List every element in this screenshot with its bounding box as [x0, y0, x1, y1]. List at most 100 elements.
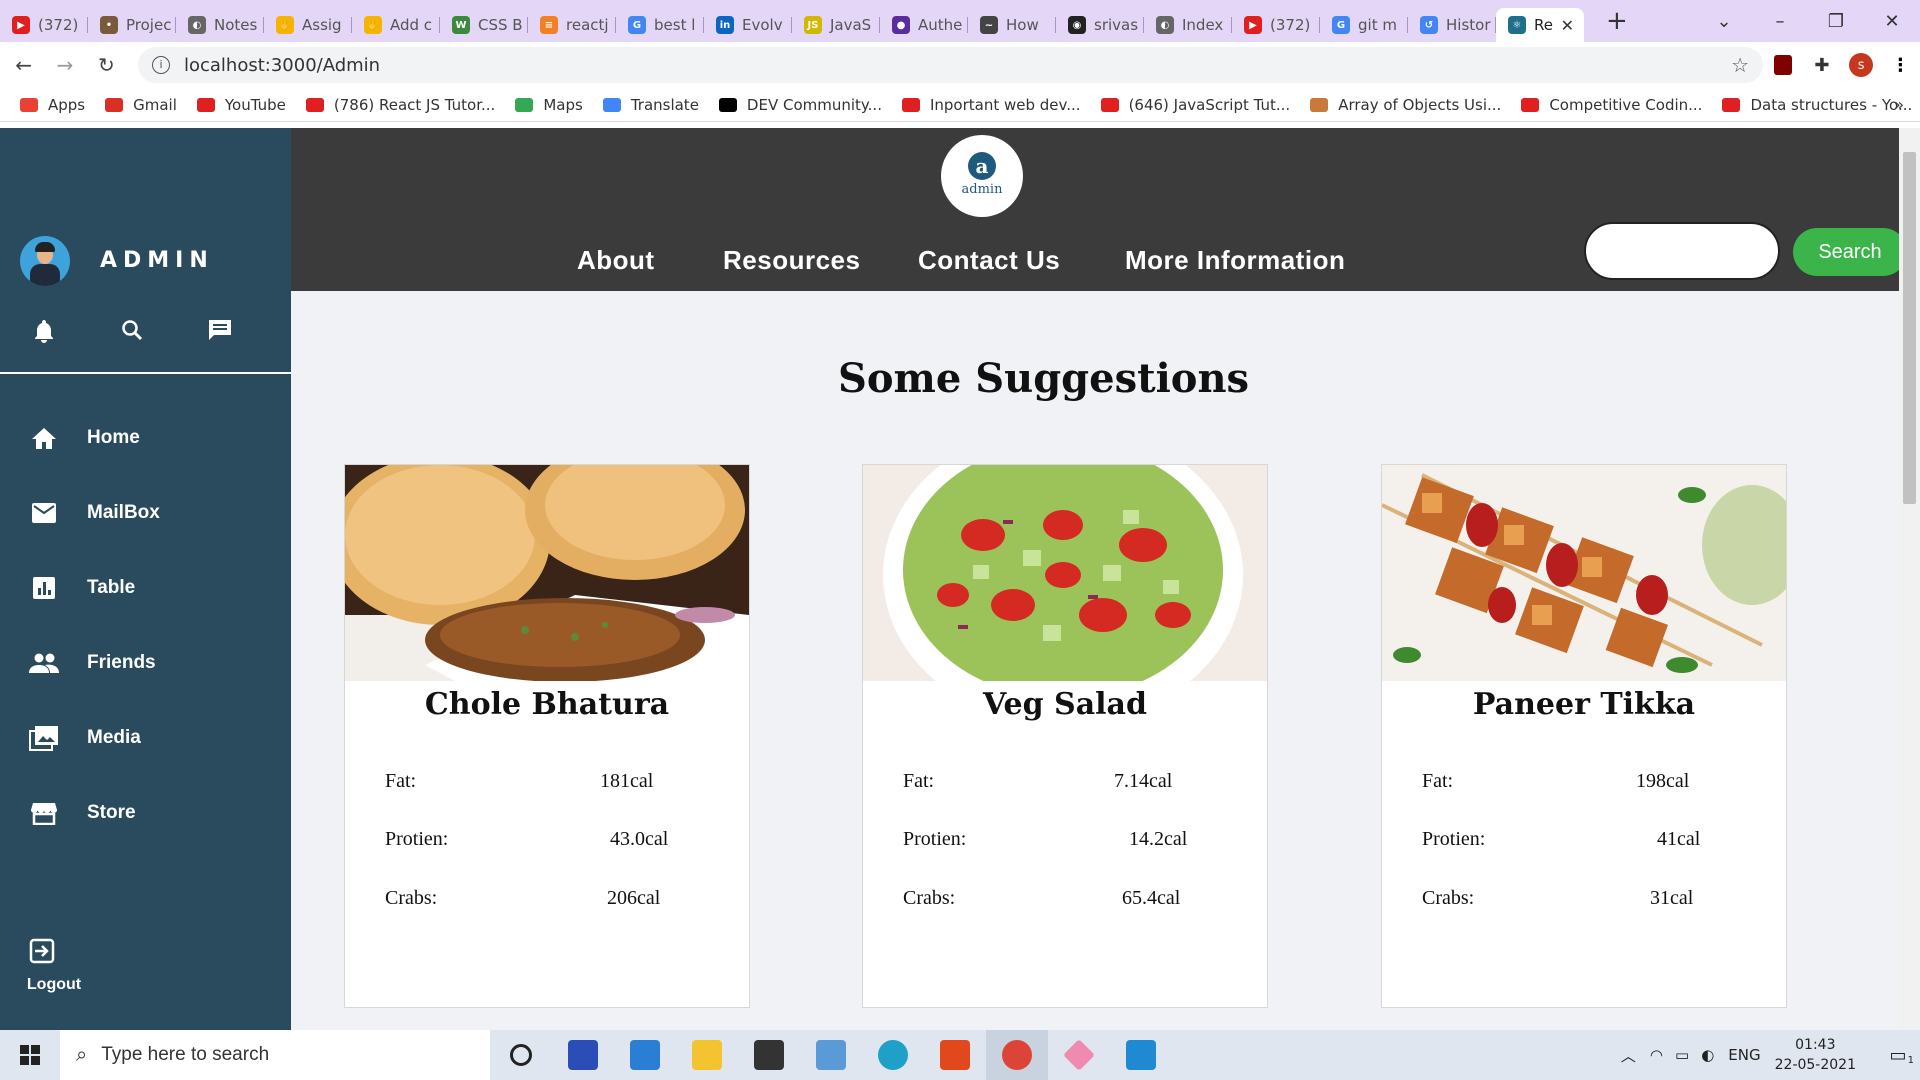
address-bar[interactable]: i localhost:3000/Admin ☆	[137, 47, 1764, 83]
profile-avatar[interactable]: s	[1842, 53, 1881, 77]
browser-tab[interactable]: ◐ Notes	[176, 8, 264, 42]
browser-tab[interactable]: ~ How	[968, 8, 1056, 42]
file-explorer-icon[interactable]	[676, 1030, 738, 1080]
notification-center-button[interactable]: ▭ 1	[1876, 1045, 1920, 1066]
browser-menu-icon[interactable]: ⋮	[1881, 55, 1920, 76]
sidebar-item-media[interactable]: Media	[0, 708, 291, 768]
sidebar-item-table[interactable]: Table	[0, 558, 291, 618]
tab-favicon-icon: ⚛	[1508, 16, 1526, 34]
close-window-button[interactable]: ✕	[1864, 11, 1920, 32]
device-app-icon[interactable]	[800, 1030, 862, 1080]
clock-date: 22-05-2021	[1774, 1057, 1856, 1073]
browser-tab[interactable]: • Projec	[88, 8, 176, 42]
nutrient-label: Protien:	[903, 828, 967, 850]
clock[interactable]: 01:43 22-05-2021	[1775, 1035, 1856, 1075]
url-text: localhost:3000/Admin	[183, 54, 381, 76]
extensions-puzzle-icon[interactable]: ✚	[1802, 55, 1841, 76]
bookmark-label: Competitive Codin...	[1549, 95, 1703, 114]
maximize-button[interactable]: ❐	[1808, 11, 1864, 32]
site-info-icon[interactable]: i	[151, 56, 170, 74]
close-tab-icon[interactable]: ✕	[1561, 16, 1574, 35]
network-icon[interactable]: ◠	[1650, 1046, 1663, 1064]
bookmark-item[interactable]: YouTube	[196, 96, 286, 114]
volume-icon[interactable]: ◐	[1701, 1046, 1714, 1064]
tab-active[interactable]: ⚛ Re ✕	[1496, 8, 1584, 42]
tab-favicon-icon: ✋	[276, 16, 294, 34]
browser-tab[interactable]: ✋ Assig	[264, 8, 352, 42]
tray-overflow-icon[interactable]: ︿	[1621, 1045, 1636, 1066]
browser-tab[interactable]: JS JavaS	[792, 8, 880, 42]
browser-tab[interactable]: Ggit m	[1320, 8, 1408, 42]
search-button[interactable]: Search	[1793, 228, 1907, 276]
search-input[interactable]	[1584, 222, 1780, 280]
store-app-icon[interactable]	[738, 1030, 800, 1080]
ublock-extension-icon[interactable]	[1763, 55, 1802, 75]
tab-search-icon[interactable]: ⌄	[1696, 11, 1752, 32]
bookmark-item[interactable]: DEV Community...	[718, 96, 882, 114]
browser-tab[interactable]: ◐ Index	[1144, 8, 1232, 42]
search-icon[interactable]	[88, 318, 176, 350]
bookmark-item[interactable]: Maps	[515, 96, 583, 114]
gem-app-icon[interactable]	[1048, 1030, 1110, 1080]
browser-tab[interactable]: ≡ reactj	[528, 8, 616, 42]
azure-app-icon[interactable]	[552, 1030, 614, 1080]
browser-tab[interactable]: ▶ (372)	[0, 8, 88, 42]
nav-link-about[interactable]: About	[577, 245, 655, 276]
browser-tab[interactable]: ↺ Histor	[1408, 8, 1496, 42]
minimize-button[interactable]: –	[1752, 11, 1808, 32]
bookmark-item[interactable]: Competitive Codin...	[1521, 96, 1702, 114]
sidebar-item-store[interactable]: Store	[0, 783, 291, 843]
browser-tab[interactable]: ◉ srivas	[1056, 8, 1144, 42]
notification-bell-icon[interactable]	[0, 318, 88, 350]
battery-icon[interactable]: ▭	[1675, 1046, 1689, 1064]
tab-title: How	[1006, 16, 1039, 34]
bookmark-item[interactable]: Apps	[20, 96, 85, 114]
taskbar-search-box[interactable]: ⌕ Type here to search	[60, 1030, 490, 1080]
bookmark-item[interactable]: Array of Objects Usi...	[1310, 96, 1501, 114]
tab-favicon-icon: ◐	[188, 16, 206, 34]
browser-tab[interactable]: Gbest l	[616, 8, 704, 42]
browser-tab[interactable]: ✋ Add c	[352, 8, 440, 42]
chrome-browser-icon[interactable]	[986, 1030, 1048, 1080]
admin-logo[interactable]: a admin	[941, 135, 1023, 217]
nav-link-more-information[interactable]: More Information	[1125, 245, 1345, 276]
bookmark-item[interactable]: Translate	[602, 96, 699, 114]
browser-tab[interactable]: in Evolv	[704, 8, 792, 42]
nav-link-contact-us[interactable]: Contact Us	[918, 245, 1060, 276]
bookmark-favicon-icon	[602, 97, 621, 112]
more-bookmarks-button[interactable]: »	[1894, 95, 1904, 114]
browser-tab[interactable]: ● Authe	[880, 8, 968, 42]
bookmark-item[interactable]: Gmail	[105, 96, 177, 114]
sidebar-item-mailbox[interactable]: MailBox	[0, 483, 291, 543]
logout-button[interactable]: Logout	[24, 938, 84, 994]
forward-button[interactable]: →	[47, 53, 82, 77]
start-button[interactable]	[0, 1045, 60, 1065]
bookmark-item[interactable]: (646) JavaScript Tut...	[1100, 96, 1290, 114]
food-image-veg-salad	[863, 465, 1267, 681]
sidebar-item-home[interactable]: Home	[0, 408, 291, 468]
tab-favicon-icon: G	[1332, 16, 1350, 34]
nutrient-label: Crabs:	[903, 887, 956, 909]
bookmark-item[interactable]: (786) React JS Tutor...	[305, 96, 495, 114]
bookmark-star-icon[interactable]: ☆	[1731, 53, 1749, 77]
bookmark-favicon-icon	[105, 97, 124, 112]
scrollbar-thumb[interactable]	[1903, 152, 1916, 504]
language-indicator[interactable]: ENG	[1728, 1046, 1760, 1064]
sidebar-item-friends[interactable]: Friends	[0, 633, 291, 693]
browser-tab[interactable]: W CSS B	[440, 8, 528, 42]
bookmark-item[interactable]: Inportant web dev...	[901, 96, 1081, 114]
edge-browser-icon[interactable]	[862, 1030, 924, 1080]
bookmark-item[interactable]: Data structures - Yo...	[1722, 96, 1912, 114]
mail-app-icon[interactable]	[614, 1030, 676, 1080]
cortana-icon[interactable]	[490, 1030, 552, 1080]
new-tab-button[interactable]: +	[1606, 6, 1628, 36]
chat-icon[interactable]	[176, 318, 264, 350]
page-scrollbar[interactable]	[1899, 128, 1920, 1030]
browser-tab[interactable]: ▶ (372)	[1232, 8, 1320, 42]
nav-link-resources[interactable]: Resources	[723, 245, 860, 276]
tab-title: Re	[1534, 16, 1553, 34]
office-app-icon[interactable]	[924, 1030, 986, 1080]
vscode-icon[interactable]	[1110, 1030, 1172, 1080]
reload-button[interactable]: ↻	[89, 53, 124, 77]
back-button[interactable]: ←	[6, 53, 41, 77]
